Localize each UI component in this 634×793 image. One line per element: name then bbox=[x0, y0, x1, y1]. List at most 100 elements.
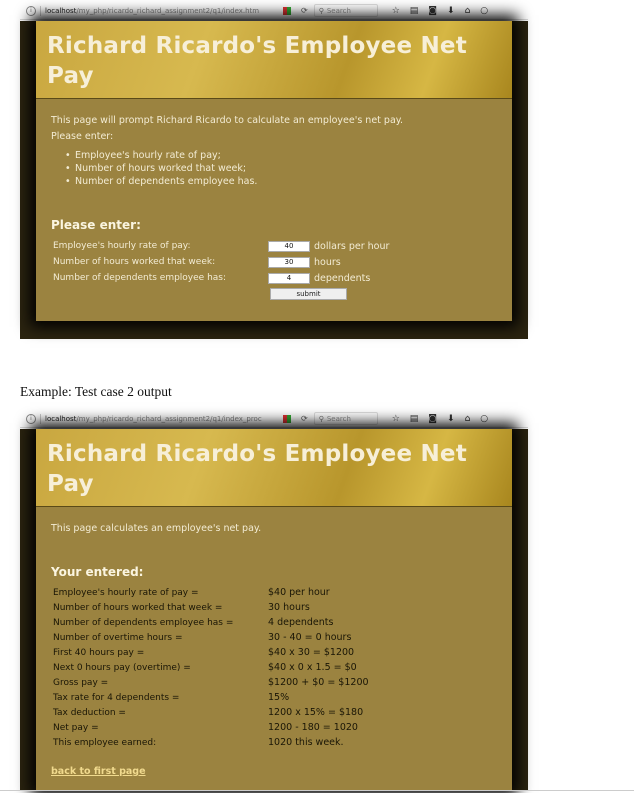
result-row: This employee earned: 1020 this week. bbox=[51, 735, 497, 750]
address-field[interactable]: localhost/my_php/ricardo_richard_assignm… bbox=[45, 7, 277, 15]
result-row: Number of dependents employee has = 4 dep… bbox=[51, 615, 497, 630]
form-row-dependents: Number of dependents employee has: 4 dep… bbox=[51, 270, 497, 286]
divider bbox=[40, 413, 41, 424]
title-banner: Richard Ricardo's Employee Net Pay bbox=[36, 429, 512, 507]
result-label: Number of hours worked that week = bbox=[53, 602, 223, 613]
result-value: 1200 - 180 = 1020 bbox=[268, 722, 358, 733]
bookmark-star-icon[interactable]: ☆ bbox=[392, 414, 400, 424]
intro-text: This page calculates an employee's net p… bbox=[51, 523, 262, 534]
browser-url-bar: i localhost/my_php/ricardo_richard_assig… bbox=[20, 2, 528, 20]
caption-text: Example: Test case 2 output bbox=[20, 384, 172, 399]
bookmark-star-icon[interactable]: ☆ bbox=[392, 6, 400, 16]
address-field[interactable]: localhost/my_php/ricardo_richard_assignm… bbox=[45, 415, 277, 423]
info-icon[interactable]: i bbox=[26, 413, 36, 424]
result-label: Number of dependents employee has = bbox=[53, 617, 234, 628]
result-row: Number of overtime hours = 30 - 40 = 0 ho… bbox=[51, 630, 497, 645]
title-banner: Richard Ricardo's Employee Net Pay bbox=[36, 21, 512, 99]
result-value: 30 hours bbox=[268, 602, 310, 613]
browser-url-bar: i localhost/my_php/ricardo_richard_assig… bbox=[20, 410, 528, 428]
result-row: Next 0 hours pay (overtime) = $40 x 0 x 1… bbox=[51, 660, 497, 675]
chat-icon[interactable]: ○ bbox=[480, 6, 488, 16]
result-value: $40 per hour bbox=[268, 587, 330, 598]
form-row-hours: Number of hours worked that week: 30 hou… bbox=[51, 254, 497, 270]
chat-icon[interactable]: ○ bbox=[480, 414, 488, 424]
form-heading: Please enter: bbox=[51, 218, 141, 232]
form-row-rate: Employee's hourly rate of pay: 40 dollar… bbox=[51, 238, 497, 254]
info-icon[interactable]: i bbox=[26, 5, 36, 16]
result-row: Net pay = 1200 - 180 = 1020 bbox=[51, 720, 497, 735]
result-label: Gross pay = bbox=[53, 677, 109, 688]
reload-icon[interactable]: ⟳ bbox=[301, 6, 308, 15]
rate-input[interactable]: 40 bbox=[268, 240, 310, 252]
result-value: $40 x 30 = $1200 bbox=[268, 647, 355, 658]
page-container-1: Richard Ricardo's Employee Net Pay This … bbox=[36, 21, 512, 321]
toolbar-icons: ☆ ▤ ◙ ⬇ ⌂ ○ bbox=[392, 6, 488, 16]
search-icon: ⚲ bbox=[318, 414, 324, 423]
result-row: Number of hours worked that week = 30 hou… bbox=[51, 600, 497, 615]
result-row: Tax deduction = 1200 x 15% = $180 bbox=[51, 705, 497, 720]
result-value: $40 x 0 x 1.5 = $0 bbox=[268, 662, 357, 673]
submit-button[interactable]: submit bbox=[270, 288, 347, 300]
results-heading: Your entered: bbox=[51, 565, 144, 579]
result-label: Number of overtime hours = bbox=[53, 632, 183, 643]
clipboard-icon[interactable]: ▤ bbox=[410, 6, 419, 16]
result-value: 30 - 40 = 0 hours bbox=[268, 632, 352, 643]
back-to-first-page-link[interactable]: back to first page bbox=[51, 766, 146, 777]
dependents-input[interactable]: 4 bbox=[268, 272, 310, 284]
home-icon[interactable]: ⌂ bbox=[465, 6, 471, 16]
url-host: localhost bbox=[45, 414, 77, 423]
result-row: Employee's hourly rate of pay = $40 per h… bbox=[51, 585, 497, 600]
result-value: 1200 x 15% = $180 bbox=[268, 707, 364, 718]
search-icon: ⚲ bbox=[318, 6, 324, 15]
result-label: Tax rate for 4 dependents = bbox=[53, 692, 180, 703]
form-content: This page will prompt Richard Ricardo to… bbox=[36, 99, 512, 300]
page-actions-icon[interactable] bbox=[283, 414, 291, 423]
hours-input[interactable]: 30 bbox=[268, 256, 310, 268]
pocket-icon[interactable]: ◙ bbox=[428, 6, 437, 16]
result-label: Tax deduction = bbox=[53, 707, 126, 718]
divider bbox=[40, 5, 41, 16]
rate-unit: dollars per hour bbox=[314, 240, 390, 252]
list-item: Employee's hourly rate of pay; bbox=[65, 149, 497, 162]
result-value: 4 dependents bbox=[268, 617, 334, 628]
hours-label: Number of hours worked that week: bbox=[53, 257, 216, 267]
please-enter-text: Please enter: bbox=[51, 131, 114, 142]
url-host: localhost bbox=[45, 6, 77, 15]
page-bottom-divider bbox=[0, 790, 634, 791]
home-icon[interactable]: ⌂ bbox=[465, 414, 471, 424]
pocket-icon[interactable]: ◙ bbox=[428, 414, 437, 424]
page-title: Richard Ricardo's Employee Net Pay bbox=[47, 441, 467, 497]
url-path: /my_php/ricardo_richard_assignment2/q1/i… bbox=[76, 6, 260, 15]
download-icon[interactable]: ⬇ bbox=[447, 414, 455, 424]
rate-label: Employee's hourly rate of pay: bbox=[53, 241, 191, 251]
result-label: Next 0 hours pay (overtime) = bbox=[53, 662, 191, 673]
result-label: Net pay = bbox=[53, 722, 99, 733]
result-label: Employee's hourly rate of pay = bbox=[53, 587, 199, 598]
hours-unit: hours bbox=[314, 256, 341, 268]
intro-text: This page will prompt Richard Ricardo to… bbox=[51, 115, 404, 126]
page-actions-icon[interactable] bbox=[283, 6, 291, 15]
page-title: Richard Ricardo's Employee Net Pay bbox=[47, 33, 467, 89]
result-label: First 40 hours pay = bbox=[53, 647, 145, 658]
reload-icon[interactable]: ⟳ bbox=[301, 414, 308, 423]
instructions-list: Employee's hourly rate of pay; Number of… bbox=[65, 149, 497, 188]
url-path: /my_php/ricardo_richard_assignment2/q1/i… bbox=[76, 414, 262, 423]
list-item: Number of dependents employee has. bbox=[65, 175, 497, 188]
clipboard-icon[interactable]: ▤ bbox=[410, 414, 419, 424]
page-frame-2: Richard Ricardo's Employee Net Pay This … bbox=[20, 429, 528, 790]
result-row: Tax rate for 4 dependents = 15% bbox=[51, 690, 497, 705]
result-value: $1200 + $0 = $1200 bbox=[268, 677, 369, 688]
result-value: 1020 this week. bbox=[268, 737, 344, 748]
result-value: 15% bbox=[268, 692, 290, 703]
result-content: This page calculates an employee's net p… bbox=[36, 507, 512, 777]
page-frame-1: Richard Ricardo's Employee Net Pay This … bbox=[20, 21, 528, 339]
download-icon[interactable]: ⬇ bbox=[447, 6, 455, 16]
dependents-label: Number of dependents employee has: bbox=[53, 273, 227, 283]
result-label: This employee earned: bbox=[53, 737, 157, 748]
search-field[interactable]: ⚲ Search bbox=[313, 4, 378, 17]
search-placeholder: Search bbox=[326, 6, 351, 15]
dependents-unit: dependents bbox=[314, 272, 371, 284]
search-field[interactable]: ⚲ Search bbox=[313, 412, 378, 425]
result-row: Gross pay = $1200 + $0 = $1200 bbox=[51, 675, 497, 690]
search-placeholder: Search bbox=[326, 414, 351, 423]
